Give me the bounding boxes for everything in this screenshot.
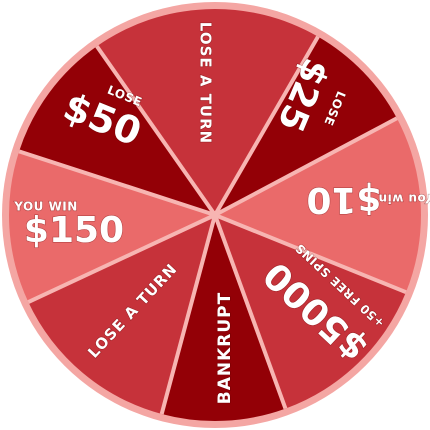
segment-bankrupt-text: BANKRUPT (215, 292, 235, 404)
segment-you-win-150-amount: $150 (24, 210, 124, 251)
segment-you-win-10-amount: $10 (306, 179, 381, 220)
prize-wheel[interactable]: LOSE A TURN LOSE $25 You win $10 +50 FRE… (0, 0, 430, 430)
wheel-center-hub (211, 211, 219, 219)
segment-you-win-10-line1: You win (378, 192, 430, 206)
segment-bankrupt-label: BANKRUPT (214, 291, 235, 405)
segment-lose-a-turn-top-text: LOSE A TURN (197, 22, 215, 144)
segment-lose-a-turn-top-label: LOSE A TURN (196, 21, 215, 145)
